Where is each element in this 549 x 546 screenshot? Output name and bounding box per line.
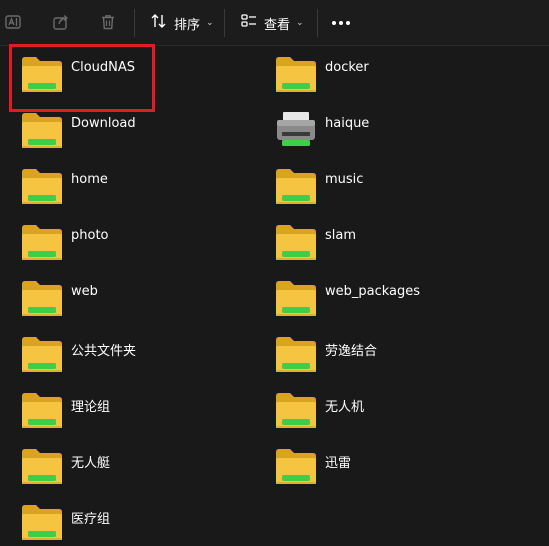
folder-icon (20, 166, 64, 206)
folder-icon (20, 278, 64, 318)
file-name: 公共文件夹 (71, 344, 137, 359)
toolbar-separator (317, 9, 318, 37)
file-item[interactable]: web_packages (254, 270, 494, 318)
file-name: docker (325, 60, 369, 75)
folder-icon (20, 390, 64, 430)
file-name: 迅雷 (325, 456, 352, 471)
folder-icon (20, 222, 64, 262)
command-bar: 排序 ⌄ 查看 ⌄ (0, 0, 549, 46)
rename-icon[interactable] (2, 11, 24, 33)
file-name: 劳逸结合 (325, 344, 378, 359)
toolbar-separator (224, 9, 225, 37)
view-label: 查看 (264, 17, 291, 33)
file-item[interactable]: photo (0, 214, 240, 262)
file-name: web_packages (325, 284, 421, 299)
folder-icon (274, 222, 318, 262)
file-name: 无人机 (325, 400, 365, 415)
file-item[interactable]: web (0, 270, 240, 318)
folder-icon (20, 446, 64, 486)
file-name: web (71, 284, 98, 299)
file-name: CloudNAS (71, 60, 136, 75)
file-name: slam (325, 228, 357, 243)
file-item[interactable]: 迅雷 (254, 438, 494, 486)
folder-icon (274, 166, 318, 206)
chevron-down-icon: ⌄ (296, 18, 304, 28)
toolbar-separator (134, 9, 135, 37)
file-item[interactable]: haique (254, 102, 494, 150)
view-icon (240, 12, 258, 34)
folder-icon (274, 390, 318, 430)
file-item[interactable]: Download (0, 102, 240, 150)
file-name: 理论组 (71, 400, 111, 415)
folder-icon (20, 502, 64, 542)
file-item[interactable]: 公共文件夹 (0, 326, 240, 374)
file-name: music (325, 172, 364, 187)
folder-icon (20, 110, 64, 150)
file-name: Download (71, 116, 136, 131)
folder-icon (274, 446, 318, 486)
file-item[interactable]: CloudNAS (0, 46, 240, 94)
file-item[interactable]: 理论组 (0, 382, 240, 430)
sort-label: 排序 (174, 17, 201, 33)
delete-icon[interactable] (97, 11, 119, 33)
more-icon[interactable] (332, 9, 350, 37)
file-item[interactable]: slam (254, 214, 494, 262)
file-name: photo (71, 228, 109, 243)
file-item[interactable]: 医疗组 (0, 494, 240, 542)
file-item[interactable]: 劳逸结合 (254, 326, 494, 374)
view-button[interactable]: 查看 ⌄ (240, 9, 304, 37)
file-name: 医疗组 (71, 512, 111, 527)
file-grid: CloudNAS docker Download haique home music pho… (0, 46, 549, 540)
file-item[interactable]: 无人机 (254, 382, 494, 430)
file-name: 无人艇 (71, 456, 111, 471)
folder-icon (274, 334, 318, 374)
file-item[interactable]: docker (254, 46, 494, 94)
folder-icon (274, 278, 318, 318)
sort-button[interactable]: 排序 ⌄ (150, 9, 214, 37)
file-item[interactable]: music (254, 158, 494, 206)
file-name: home (71, 172, 108, 187)
folder-icon (20, 54, 64, 94)
file-name: haique (325, 116, 370, 131)
file-item[interactable]: 无人艇 (0, 438, 240, 486)
sort-icon (150, 12, 168, 34)
share-icon[interactable] (50, 11, 72, 33)
printer-icon (274, 110, 318, 150)
folder-icon (20, 334, 64, 374)
chevron-down-icon: ⌄ (206, 18, 214, 28)
file-item[interactable]: home (0, 158, 240, 206)
folder-icon (274, 54, 318, 94)
